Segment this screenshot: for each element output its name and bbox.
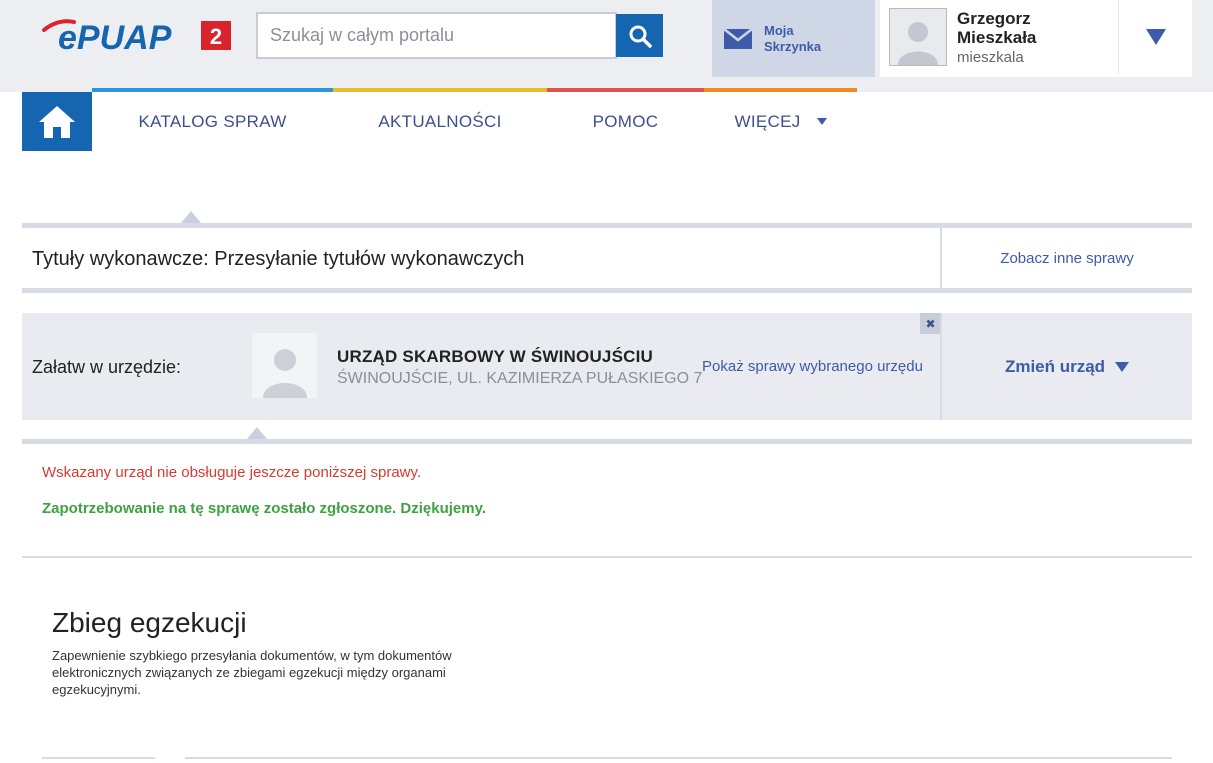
user-avatar[interactable] [889, 8, 947, 66]
close-icon: ✖ [925, 316, 936, 331]
search-button[interactable] [616, 14, 663, 57]
show-office-cases-link[interactable]: Pokaż sprawy wybranego urzędu [702, 358, 923, 375]
header: ePUAP 2 Moja Skrzynka Grzegorz Mieszkała… [0, 0, 1213, 92]
case-title: Tytuły wykonawcze: Przesyłanie tytułów w… [32, 248, 525, 270]
other-cases-link[interactable]: Zobacz inne sprawy [942, 228, 1192, 288]
nav-wiecej[interactable]: WIĘCEJ [704, 88, 857, 151]
pointer-arrow [181, 211, 201, 223]
office-avatar [252, 333, 317, 398]
divider [22, 556, 1192, 558]
section-description: Zapewnienie szybkiego przesyłania dokume… [52, 648, 452, 697]
home-icon [39, 105, 75, 138]
mailbox-button[interactable]: Moja Skrzynka [712, 0, 875, 77]
nav-pomoc[interactable]: POMOC [547, 88, 704, 151]
close-button[interactable]: ✖ [920, 313, 941, 334]
user-panel: Grzegorz Mieszkała mieszkala [880, 0, 1192, 77]
divider [185, 757, 1172, 759]
change-office-button[interactable]: Zmień urząd [942, 313, 1192, 420]
epuap-logo[interactable]: ePUAP 2 [40, 16, 235, 56]
divider [42, 757, 155, 759]
user-login: mieszkala [957, 49, 1024, 66]
nav-katalog-spraw[interactable]: KATALOG SPRAW [92, 88, 333, 151]
search-input[interactable] [256, 12, 617, 59]
divider [22, 439, 1192, 444]
office-address: ŚWINOUJŚCIE, UL. KAZIMIERZA PUŁASKIEGO 7 [337, 370, 703, 387]
envelope-icon [724, 28, 752, 49]
chevron-down-icon [816, 118, 827, 125]
triangle-down-icon [1115, 361, 1130, 372]
office-bar: Załatw w urzędzie: URZĄD SKARBOWY W ŚWIN… [22, 313, 1192, 420]
user-menu-button[interactable] [1119, 0, 1192, 73]
search-icon [629, 25, 652, 48]
error-message: Wskazany urząd nie obsługuje jeszcze pon… [42, 464, 422, 481]
triangle-down-icon [1145, 28, 1166, 45]
logo-badge: 2 [210, 24, 222, 49]
office-label: Załatw w urzędzie: [32, 357, 182, 377]
success-message: Zapotrzebowanie na tę sprawę zostało zgł… [42, 500, 486, 517]
user-placeholder-icon [898, 22, 938, 65]
mailbox-label: Moja Skrzynka [764, 22, 822, 54]
section-title: Zbieg egzekucji [52, 607, 247, 638]
user-placeholder-icon [262, 349, 307, 398]
pointer-arrow [247, 427, 267, 439]
case-title-bar: Tytuły wykonawcze: Przesyłanie tytułów w… [22, 223, 1192, 293]
user-name: Grzegorz Mieszkała [957, 9, 1037, 47]
logo-text: ePUAP [58, 19, 172, 56]
nav-aktualnosci[interactable]: AKTUALNOŚCI [333, 88, 547, 151]
office-name: URZĄD SKARBOWY W ŚWINOUJŚCIU [337, 347, 654, 366]
home-button[interactable] [22, 92, 92, 151]
